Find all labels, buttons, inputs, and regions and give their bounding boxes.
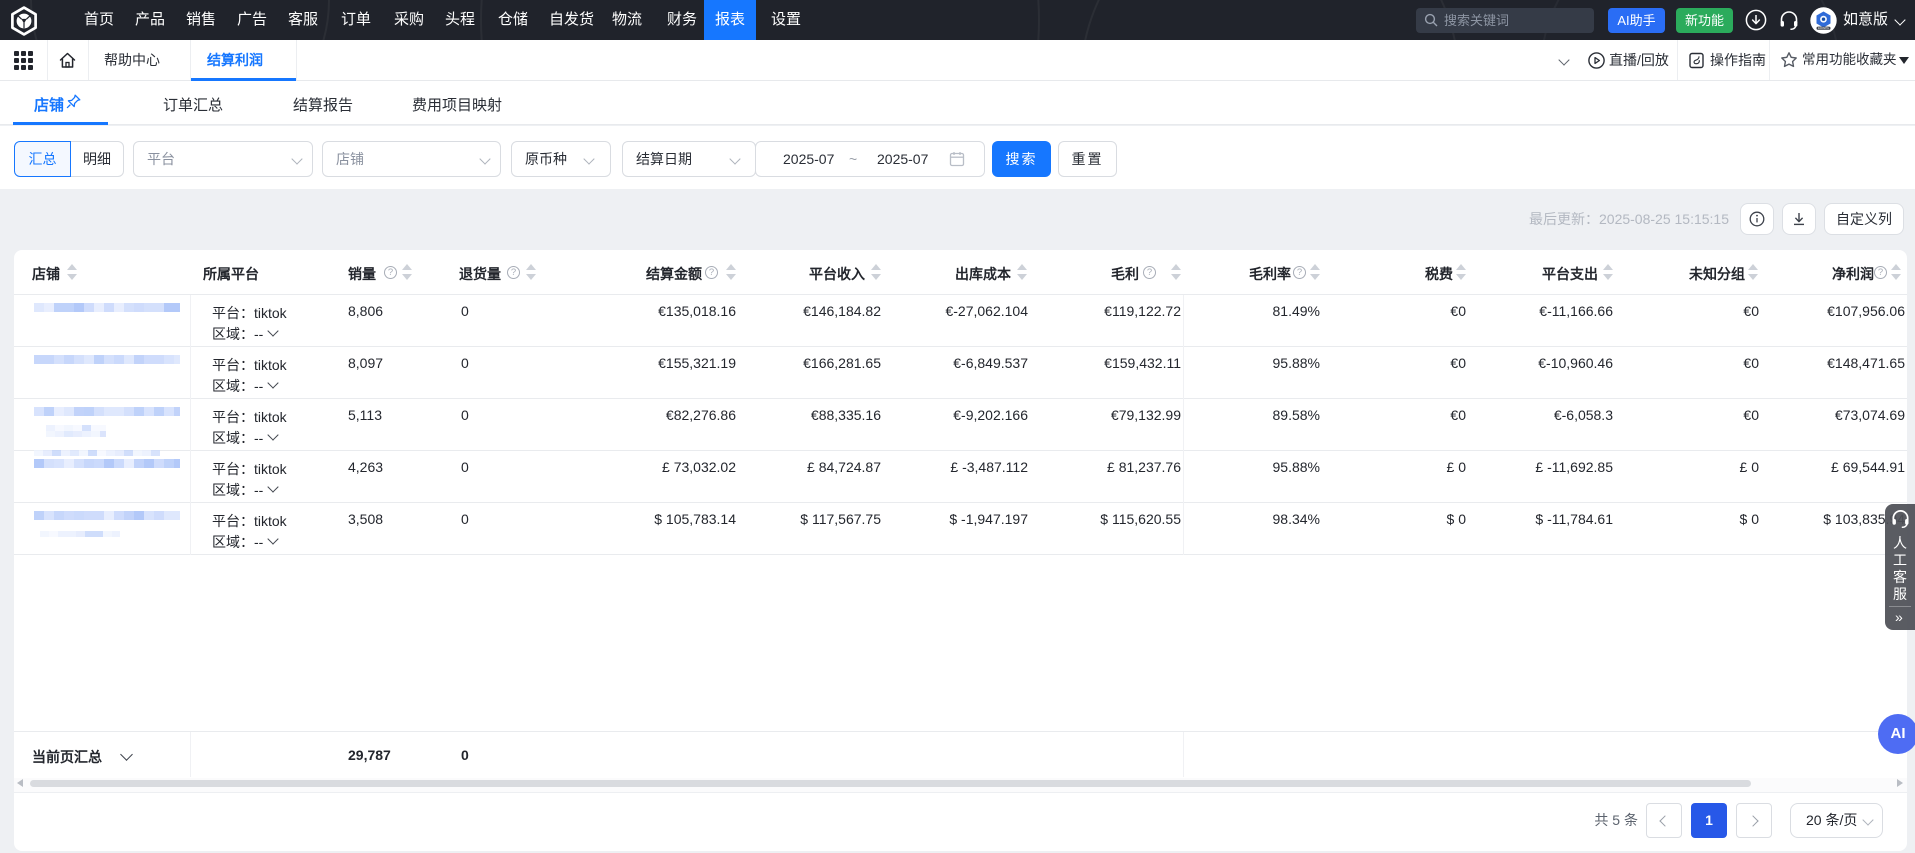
svg-text:ECOMHG: ECOMHG [1818,27,1829,30]
